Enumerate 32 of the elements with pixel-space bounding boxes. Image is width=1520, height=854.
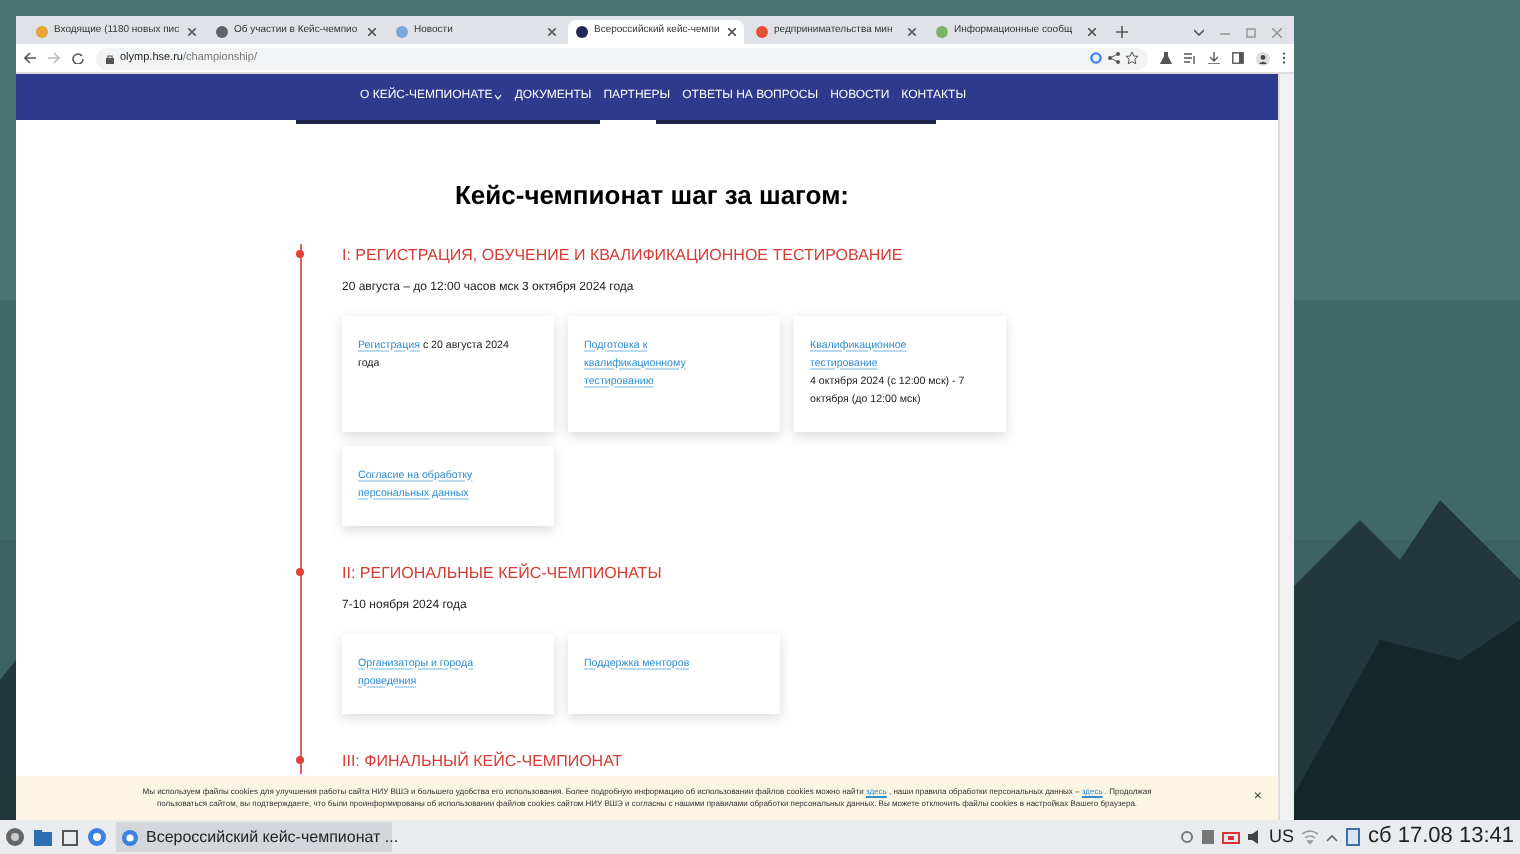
side-panel-icon[interactable] [1232,52,1244,64]
download-icon[interactable] [1208,52,1220,64]
step-title: III: ФИНАЛЬНЫЙ КЕЙС-ЧЕМПИОНАТ [342,749,625,773]
page-heading: Кейс-чемпионат шаг за шагом: [452,178,852,214]
window-icon[interactable] [62,829,78,845]
battery-icon[interactable] [1221,831,1240,843]
volume-icon[interactable] [1247,830,1262,844]
close-icon[interactable] [1088,28,1096,36]
chevron-down-icon[interactable] [1194,28,1204,36]
clock[interactable]: сб 17.08 13:41 [1368,820,1514,854]
back-icon[interactable] [24,52,36,64]
close-icon[interactable] [188,28,196,36]
keyboard-layout[interactable]: US [1269,823,1295,851]
folder-icon[interactable] [34,829,52,845]
lock-icon [106,53,114,63]
step-title: II: РЕГИОНАЛЬНЫЕ КЕЙС-ЧЕМПИОНАТЫ [342,561,664,585]
scrollbar[interactable] [1278,74,1294,820]
close-icon[interactable] [908,28,916,36]
flask-icon[interactable] [1160,52,1172,64]
chevron-up-icon[interactable] [1326,833,1339,841]
taskbar-button[interactable]: Всероссийский кейс-чемпионат ... [116,822,392,852]
star-icon[interactable] [1126,52,1138,64]
close-icon[interactable] [548,28,556,36]
close-icon[interactable] [728,28,736,36]
new-tab-icon[interactable] [1116,26,1128,38]
playlist-icon[interactable] [1184,52,1196,64]
reload-icon[interactable] [72,52,84,64]
share-icon[interactable] [1108,52,1120,64]
document-icon[interactable] [1346,828,1361,846]
close-icon[interactable] [368,28,376,36]
profile-icon[interactable] [1256,51,1270,65]
step-title: I: РЕГИСТРАЦИЯ, ОБУЧЕНИЕ И КВАЛИФИКАЦИОННОЕ ТЕСТИРОВАНИЕ [342,243,905,267]
